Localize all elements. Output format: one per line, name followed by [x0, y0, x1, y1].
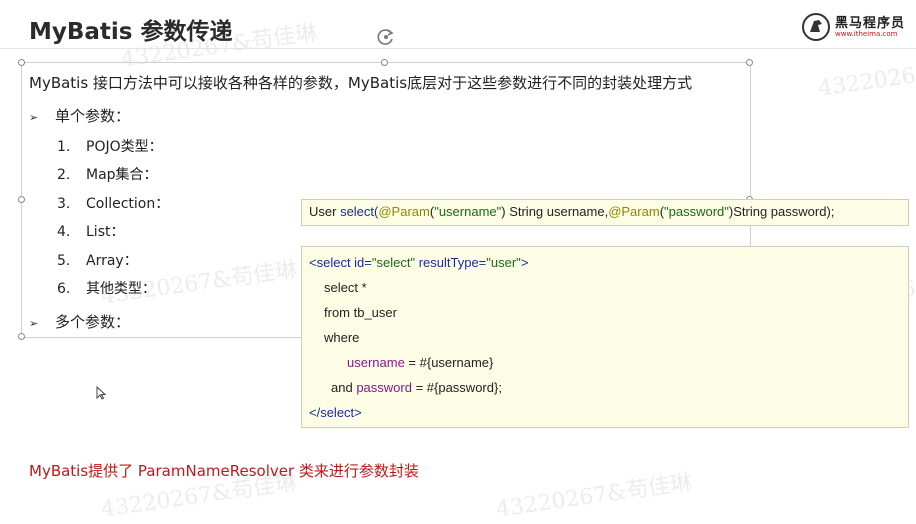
- list-item-label: List：: [86, 224, 125, 240]
- list-item: 5. Array：: [57, 250, 138, 270]
- list-item-number: 5.: [57, 253, 71, 269]
- code-token: "user": [486, 255, 521, 270]
- code-token: <select: [309, 255, 355, 270]
- code-token: username: [347, 355, 405, 370]
- code-token: resultType=: [415, 255, 487, 270]
- list-item: 1. POJO类型：: [57, 136, 163, 156]
- bullet-multi-params: ➢ 多个参数：: [29, 311, 130, 332]
- code-line: User select(@Param("username") String us…: [309, 204, 834, 219]
- code-line: from tb_user: [324, 305, 397, 320]
- list-item-number: 6.: [57, 281, 71, 297]
- watermark: 4322026: [816, 63, 916, 102]
- code-line: username = #{username}: [347, 355, 493, 370]
- list-item-label: 其他类型：: [86, 281, 156, 297]
- list-item-label: Array：: [86, 253, 138, 269]
- bullet-arrow-icon: ➢: [29, 317, 39, 330]
- code-token: "username": [434, 204, 502, 219]
- slide-title: MyBatis 参数传递: [29, 19, 233, 45]
- list-item: 2. Map集合：: [57, 164, 158, 184]
- resize-handle-top-right[interactable]: [746, 59, 753, 66]
- method-signature-code: User select(@Param("username") String us…: [301, 199, 909, 226]
- code-line: </select>: [309, 405, 362, 420]
- rotate-handle-icon[interactable]: [376, 27, 396, 47]
- bullet-arrow-icon: ➢: [29, 111, 39, 124]
- resize-handle-top-left[interactable]: [18, 59, 25, 66]
- logo-text: 黑马程序员: [835, 16, 906, 31]
- list-item-label: Map集合：: [86, 167, 158, 183]
- sql-mapping-code: <select id="select" resultType="user"> s…: [301, 246, 909, 428]
- code-token: "password": [664, 204, 729, 219]
- resize-handle-middle-left[interactable]: [18, 196, 25, 203]
- code-token: = #{password};: [411, 380, 502, 395]
- mouse-cursor-icon: [96, 386, 106, 400]
- code-token: >: [520, 255, 529, 270]
- logo-url: www.itheima.com: [835, 30, 898, 38]
- code-token: select(: [340, 204, 379, 219]
- code-token: @Param: [378, 204, 430, 219]
- list-item: 4. List：: [57, 221, 124, 241]
- list-item: 3. Collection：: [57, 193, 169, 213]
- footer-note: MyBatis提供了 ParamNameResolver 类来进行参数封装: [29, 462, 419, 480]
- code-line: and password = #{password};: [331, 380, 502, 395]
- code-token: @Param: [608, 204, 660, 219]
- title-divider: [0, 48, 916, 49]
- list-item-label: POJO类型：: [86, 139, 163, 155]
- list-item-number: 4.: [57, 224, 71, 240]
- list-item: 6. 其他类型：: [57, 278, 156, 298]
- bullet-single-params: ➢ 单个参数：: [29, 105, 130, 126]
- watermark: 43220267&苟佳琳: [494, 470, 694, 523]
- list-item-label: Collection：: [86, 196, 170, 212]
- code-token: = #{username}: [404, 355, 494, 370]
- code-line: select *: [324, 280, 367, 295]
- code-line: <select id="select" resultType="user">: [309, 255, 528, 270]
- code-token: id=: [354, 255, 372, 270]
- code-token: password: [356, 380, 412, 395]
- code-token: and: [331, 380, 357, 395]
- horse-logo-icon: [802, 13, 830, 41]
- code-line: where: [324, 330, 360, 345]
- logo: 黑马程序员 www.itheima.com: [801, 10, 911, 44]
- code-token: )String password);: [728, 204, 835, 219]
- bullet-label: 多个参数：: [55, 313, 131, 331]
- code-token: ) String username,: [501, 204, 609, 219]
- list-item-number: 3.: [57, 196, 71, 212]
- list-item-number: 1.: [57, 139, 71, 155]
- code-token: </select>: [309, 405, 362, 420]
- resize-handle-bottom-left[interactable]: [18, 333, 25, 340]
- code-token: "select": [371, 255, 416, 270]
- intro-text: MyBatis 接口方法中可以接收各种各样的参数，MyBatis底层对于这些参数…: [29, 74, 693, 92]
- list-item-number: 2.: [57, 167, 71, 183]
- bullet-label: 单个参数：: [55, 107, 131, 125]
- resize-handle-top-middle[interactable]: [381, 59, 388, 66]
- code-token: User: [309, 204, 341, 219]
